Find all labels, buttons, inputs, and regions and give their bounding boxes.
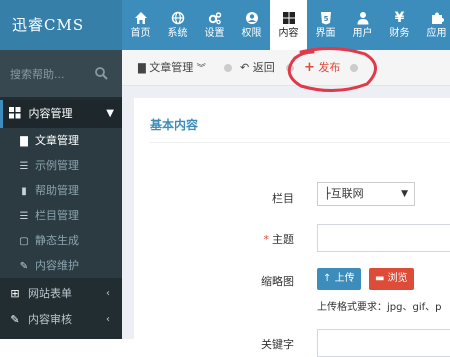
sidebar-item-article-manage[interactable]: ▇ 文章管理: [0, 128, 122, 153]
chevron-left-icon: ‹: [106, 288, 110, 299]
browse-button[interactable]: ▬ 浏览: [369, 268, 414, 290]
chevron-left-icon: ‹: [106, 314, 110, 325]
subject-input[interactable]: [317, 224, 450, 252]
edit-icon: ✎: [10, 313, 20, 326]
tab-separator-dot: [286, 64, 294, 72]
back-arrow-icon: ↶: [240, 61, 250, 74]
sidebar-sub-list: ▇ 文章管理 ☰ 示例管理 ▮ 帮助管理 ☰ 栏目管理 ▢ 静态生成 ✎ 内容维护: [0, 128, 122, 278]
table-icon: ⊞: [10, 287, 20, 300]
subject-label: * 主题: [263, 233, 295, 246]
upload-hint: 上传格式要求：jpg、gif、p: [317, 302, 442, 313]
plus-icon: +: [304, 60, 315, 75]
sidebar-item-static-generate[interactable]: ▢ 静态生成: [0, 228, 122, 253]
tab-back[interactable]: ↶ 返回: [240, 50, 275, 86]
sidebar-menu-content-manage[interactable]: 内容管理 ▼: [0, 100, 122, 128]
chevron-down-icon: ▼: [401, 189, 408, 199]
th-large-icon: [270, 9, 307, 27]
file-icon: ▇: [138, 63, 146, 74]
top-nav: 首页 系统 设置 权限 内容 5 界面 用户 ¥ 财务 应用: [122, 0, 450, 50]
sidebar: 内容管理 ▼ ▇文章管理 ☰示例管理 ▮帮助管理 ☰栏目管理 ▢静态生成 ✎内容…: [0, 50, 122, 339]
yen-icon: ¥: [394, 10, 405, 26]
svg-text:5: 5: [323, 15, 328, 23]
user-icon: [344, 9, 381, 27]
section-title: 基本内容: [150, 118, 199, 132]
file-icon: ▇: [20, 136, 28, 147]
tab-separator-dot: [350, 64, 358, 72]
th-large-icon: [9, 107, 21, 119]
nav-item-home[interactable]: 首页: [122, 0, 159, 50]
category-label: 栏目: [272, 192, 294, 205]
book-icon: ▮: [21, 186, 27, 197]
list-icon: ☰: [19, 161, 29, 172]
sidebar-group-content-review[interactable]: ✎ 内容审核 ‹: [0, 307, 122, 333]
html5-icon: 5: [307, 9, 344, 27]
sidebar-groups: ⊞ 网站表单 ‹ ✎ 内容审核 ‹: [0, 281, 122, 333]
nav-item-content[interactable]: 内容: [270, 0, 307, 50]
sidebar-group-site-forms[interactable]: ⊞ 网站表单 ‹: [0, 281, 122, 307]
top-header: 迅睿CMS 首页 系统 设置 权限 内容 5 界面 用户 ¥ 财务 应用: [0, 0, 450, 50]
keywords-input[interactable]: [317, 329, 450, 357]
globe-icon: [159, 9, 196, 27]
form-card: 基本内容 栏目 ├互联网 ▼ * 主题 缩略图 ↑ 上传 ▬ 浏览 上传格式要求：…: [134, 98, 450, 357]
app-logo[interactable]: 迅睿CMS: [0, 0, 122, 50]
sidebar-item-help-manage[interactable]: ▮ 帮助管理: [0, 178, 122, 203]
user-circle-icon: [233, 9, 270, 27]
keywords-label: 关键字: [261, 338, 294, 351]
category-select[interactable]: ├互联网 ▼: [317, 182, 415, 206]
tab-article-manage[interactable]: ▇ 文章管理 ︾: [138, 50, 206, 86]
upload-icon: ↑: [323, 273, 332, 284]
list-icon: ☰: [19, 211, 29, 222]
tab-publish[interactable]: + 发布: [304, 50, 340, 86]
main-content: 基本内容 栏目 ├互联网 ▼ * 主题 缩略图 ↑ 上传 ▬ 浏览 上传格式要求：…: [122, 86, 450, 357]
sidebar-item-example-manage[interactable]: ☰ 示例管理: [0, 153, 122, 178]
section-divider: [150, 142, 450, 143]
thumbnail-label: 缩略图: [261, 275, 294, 288]
menu-head-label: 内容管理: [28, 107, 73, 120]
content-tabbar: ▇ 文章管理 ︾ ↶ 返回 + 发布: [122, 50, 450, 86]
sidebar-search: [0, 50, 122, 97]
nav-item-interface[interactable]: 5 界面: [307, 0, 344, 50]
nav-item-apps[interactable]: 应用: [418, 0, 450, 50]
upload-button[interactable]: ↑ 上传: [317, 268, 361, 290]
nav-item-permission[interactable]: 权限: [233, 0, 270, 50]
sidebar-item-category-manage[interactable]: ☰ 栏目管理: [0, 203, 122, 228]
folder-icon: ▬: [375, 273, 385, 284]
chevron-double-down-icon: ︾: [196, 64, 206, 74]
wrench-icon: ✎: [19, 261, 29, 272]
search-icon[interactable]: [94, 66, 108, 80]
chevron-down-icon: ▼: [106, 108, 114, 119]
nav-item-system[interactable]: 系统: [159, 0, 196, 50]
nav-item-finance[interactable]: ¥ 财务: [381, 0, 418, 50]
home-icon: [122, 9, 159, 27]
puzzle-icon: [418, 9, 450, 27]
nav-item-settings[interactable]: 设置: [196, 0, 233, 50]
file-code-icon: ▢: [19, 236, 29, 247]
cogs-icon: [196, 9, 233, 27]
nav-item-users[interactable]: 用户: [344, 0, 381, 50]
sidebar-item-content-maintain[interactable]: ✎ 内容维护: [0, 253, 122, 278]
tab-separator-dot: [224, 64, 232, 72]
